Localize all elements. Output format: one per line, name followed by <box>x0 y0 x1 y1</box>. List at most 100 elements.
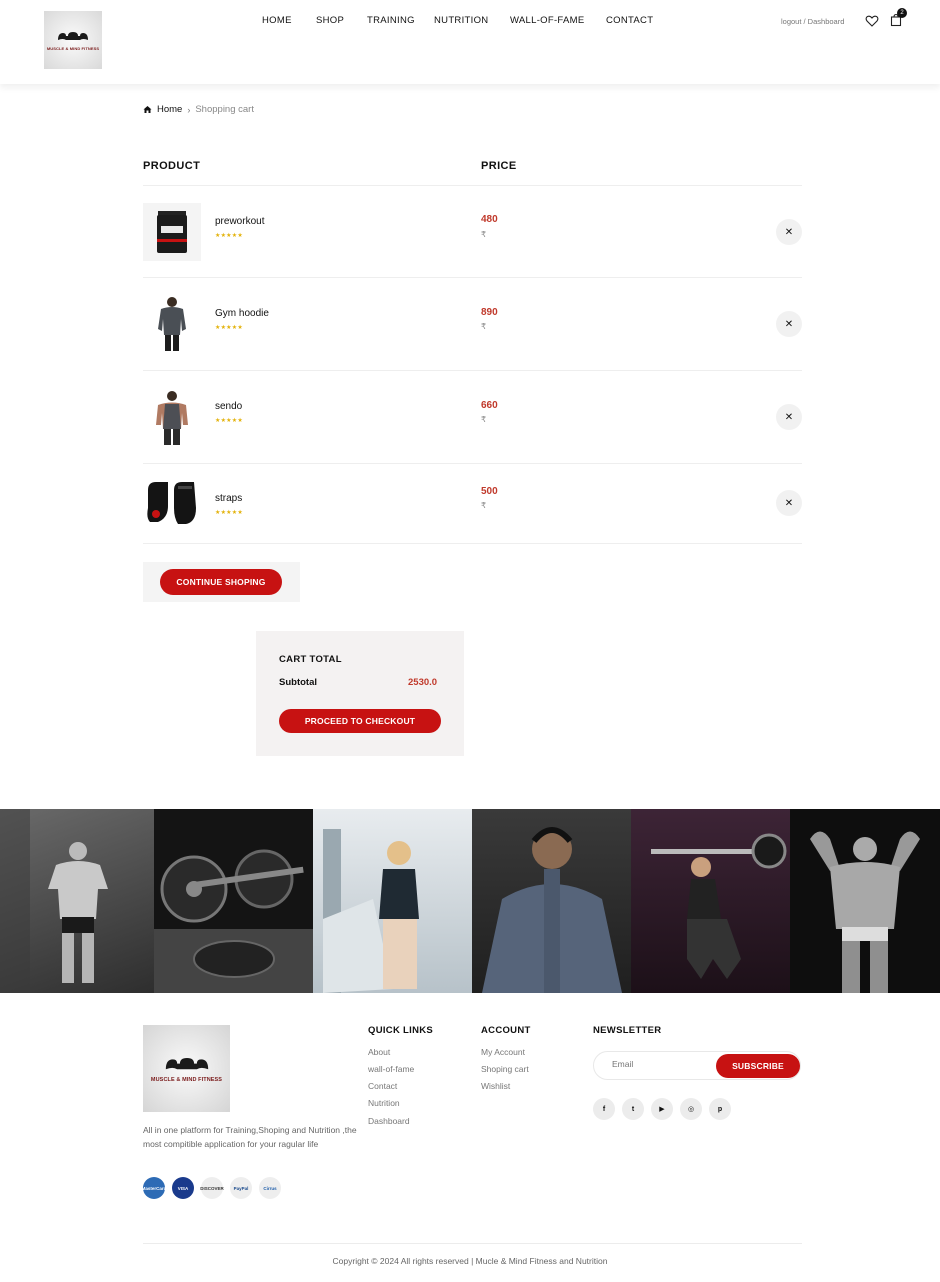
rating-stars: ★★★★★ <box>215 233 243 239</box>
footer-logo[interactable]: MUSCLE & MIND FITNESS <box>143 1025 230 1112</box>
rating-stars: ★★★★★ <box>215 325 243 331</box>
cart-total-title: CART TOTAL <box>279 654 342 665</box>
chevron-right-icon: › <box>187 104 191 115</box>
hoodie-image <box>158 297 186 351</box>
close-icon: ✕ <box>784 497 794 509</box>
close-icon: ✕ <box>784 411 794 423</box>
payment-methods: MasterCard VISA DISCOVER PayPal Cirrus <box>142 1177 281 1199</box>
table-divider <box>143 277 802 278</box>
product-name[interactable]: Gym hoodie <box>215 308 269 319</box>
lifting-straps-image <box>147 482 196 524</box>
product-image-preworkout[interactable] <box>143 203 201 261</box>
column-header-product: PRODUCT <box>143 160 201 172</box>
subtotal-label: Subtotal <box>279 677 317 688</box>
cart-total-panel: CART TOTAL Subtotal 2530.0 PROCEED TO CH… <box>256 631 464 756</box>
gallery-image-hoodie-model[interactable] <box>472 809 631 993</box>
newsletter-form: SUBSCRIBE <box>593 1051 801 1080</box>
logo-text: MUSCLE & MIND FITNESS <box>46 45 100 51</box>
footer-divider <box>143 1243 802 1244</box>
cart-count-badge: 2 <box>897 8 907 18</box>
quick-links-title: QUICK LINKS <box>368 1025 434 1036</box>
currency-symbol: ₹ <box>481 322 487 331</box>
visa-icon: VISA <box>172 1177 194 1199</box>
pinterest-icon[interactable]: p <box>709 1098 731 1120</box>
currency-symbol: ₹ <box>481 415 487 424</box>
rating-stars: ★★★★★ <box>215 510 243 516</box>
weight-plates-figure <box>154 849 313 993</box>
newsletter-title: NEWSLETTER <box>593 1025 662 1036</box>
copyright-text: Copyright © 2024 All rights reserved | M… <box>332 1256 608 1266</box>
footer-link-shopping-cart[interactable]: Shoping cart <box>481 1064 529 1074</box>
remove-item-button[interactable]: ✕ <box>776 311 802 337</box>
home-icon <box>143 106 152 113</box>
site-header: MUSCLE & MIND FITNESS HOME SHOP TRAINING… <box>0 0 940 84</box>
logo-arms-icon <box>165 1057 208 1069</box>
nav-home[interactable]: HOME <box>262 15 292 26</box>
footer-link-contact[interactable]: Contact <box>368 1081 397 1091</box>
breadcrumb-home[interactable]: Home <box>157 104 182 115</box>
cirrus-icon: Cirrus <box>259 1177 281 1199</box>
table-divider <box>143 463 802 464</box>
nav-contact[interactable]: CONTACT <box>606 15 653 26</box>
nav-wall-of-fame[interactable]: WALL-OF-FAME <box>510 15 585 26</box>
footer-description: All in one platform for Training,Shoping… <box>143 1125 357 1149</box>
footer-link-wishlist[interactable]: Wishlist <box>481 1081 510 1091</box>
nav-shop[interactable]: SHOP <box>316 15 344 26</box>
youtube-icon[interactable]: ▶ <box>651 1098 673 1120</box>
paypal-icon: PayPal <box>230 1177 252 1199</box>
continue-shopping-button[interactable]: CONTINUE SHOPING <box>160 569 282 595</box>
product-name[interactable]: preworkout <box>215 216 264 227</box>
supplement-tub-image <box>157 211 187 253</box>
subtotal-value: 2530.0 <box>408 677 438 688</box>
product-image-gym-hoodie[interactable] <box>143 295 201 353</box>
heart-icon[interactable] <box>865 14 879 28</box>
facebook-icon[interactable]: f <box>593 1098 615 1120</box>
instagram-icon[interactable]: ◎ <box>680 1098 702 1120</box>
photo-gallery <box>0 809 940 993</box>
hoodie-model-figure <box>482 827 622 993</box>
discover-icon: DISCOVER <box>200 1177 224 1199</box>
product-image-sendo[interactable] <box>143 389 201 447</box>
product-name[interactable]: straps <box>215 493 242 504</box>
gallery-image-squat[interactable] <box>631 809 790 993</box>
logo-text: MUSCLE & MIND FITNESS <box>150 1076 223 1083</box>
subscribe-button[interactable]: SUBSCRIBE <box>716 1054 800 1078</box>
currency-symbol: ₹ <box>481 230 487 239</box>
mastercard-icon: MasterCard <box>142 1177 166 1199</box>
proceed-to-checkout-button[interactable]: PROCEED TO CHECKOUT <box>279 709 441 733</box>
rating-stars: ★★★★★ <box>215 418 243 424</box>
footer-link-about[interactable]: About <box>368 1047 390 1057</box>
column-header-price: PRICE <box>481 160 517 172</box>
gallery-image-treadmill[interactable] <box>313 809 472 993</box>
footer-link-dashboard[interactable]: Dashboard <box>368 1116 410 1126</box>
product-price: 480 <box>481 214 498 225</box>
product-price: 500 <box>481 486 498 497</box>
nav-training[interactable]: TRAINING <box>367 15 415 26</box>
product-image-straps[interactable] <box>143 474 201 532</box>
email-input[interactable] <box>612 1059 712 1069</box>
gallery-image-bodybuilder[interactable] <box>0 809 154 993</box>
muscle-pose-figure <box>810 831 920 993</box>
remove-item-button[interactable]: ✕ <box>776 404 802 430</box>
product-name[interactable]: sendo <box>215 401 242 412</box>
twitter-icon[interactable]: t <box>622 1098 644 1120</box>
gallery-image-weight-plates[interactable] <box>154 809 313 993</box>
social-links: f t ▶ ◎ p <box>593 1098 731 1120</box>
table-divider <box>143 543 802 544</box>
footer-link-wall-of-fame[interactable]: wall-of-fame <box>368 1064 414 1074</box>
bodybuilder-figure <box>0 809 108 993</box>
continue-shopping-panel: CONTINUE SHOPING <box>143 562 300 602</box>
remove-item-button[interactable]: ✕ <box>776 490 802 516</box>
squat-figure <box>651 833 787 979</box>
footer-link-my-account[interactable]: My Account <box>481 1047 525 1057</box>
logo-arms-icon <box>58 31 88 40</box>
nav-nutrition[interactable]: NUTRITION <box>434 15 488 26</box>
logout-dashboard-link[interactable]: logout / Dashboard <box>781 17 844 26</box>
gallery-image-muscle-pose[interactable] <box>790 809 940 993</box>
footer-link-nutrition[interactable]: Nutrition <box>368 1098 400 1108</box>
breadcrumb-current: Shopping cart <box>195 104 254 115</box>
currency-symbol: ₹ <box>481 501 487 510</box>
remove-item-button[interactable]: ✕ <box>776 219 802 245</box>
tank-top-image <box>156 391 188 445</box>
close-icon: ✕ <box>784 226 794 238</box>
